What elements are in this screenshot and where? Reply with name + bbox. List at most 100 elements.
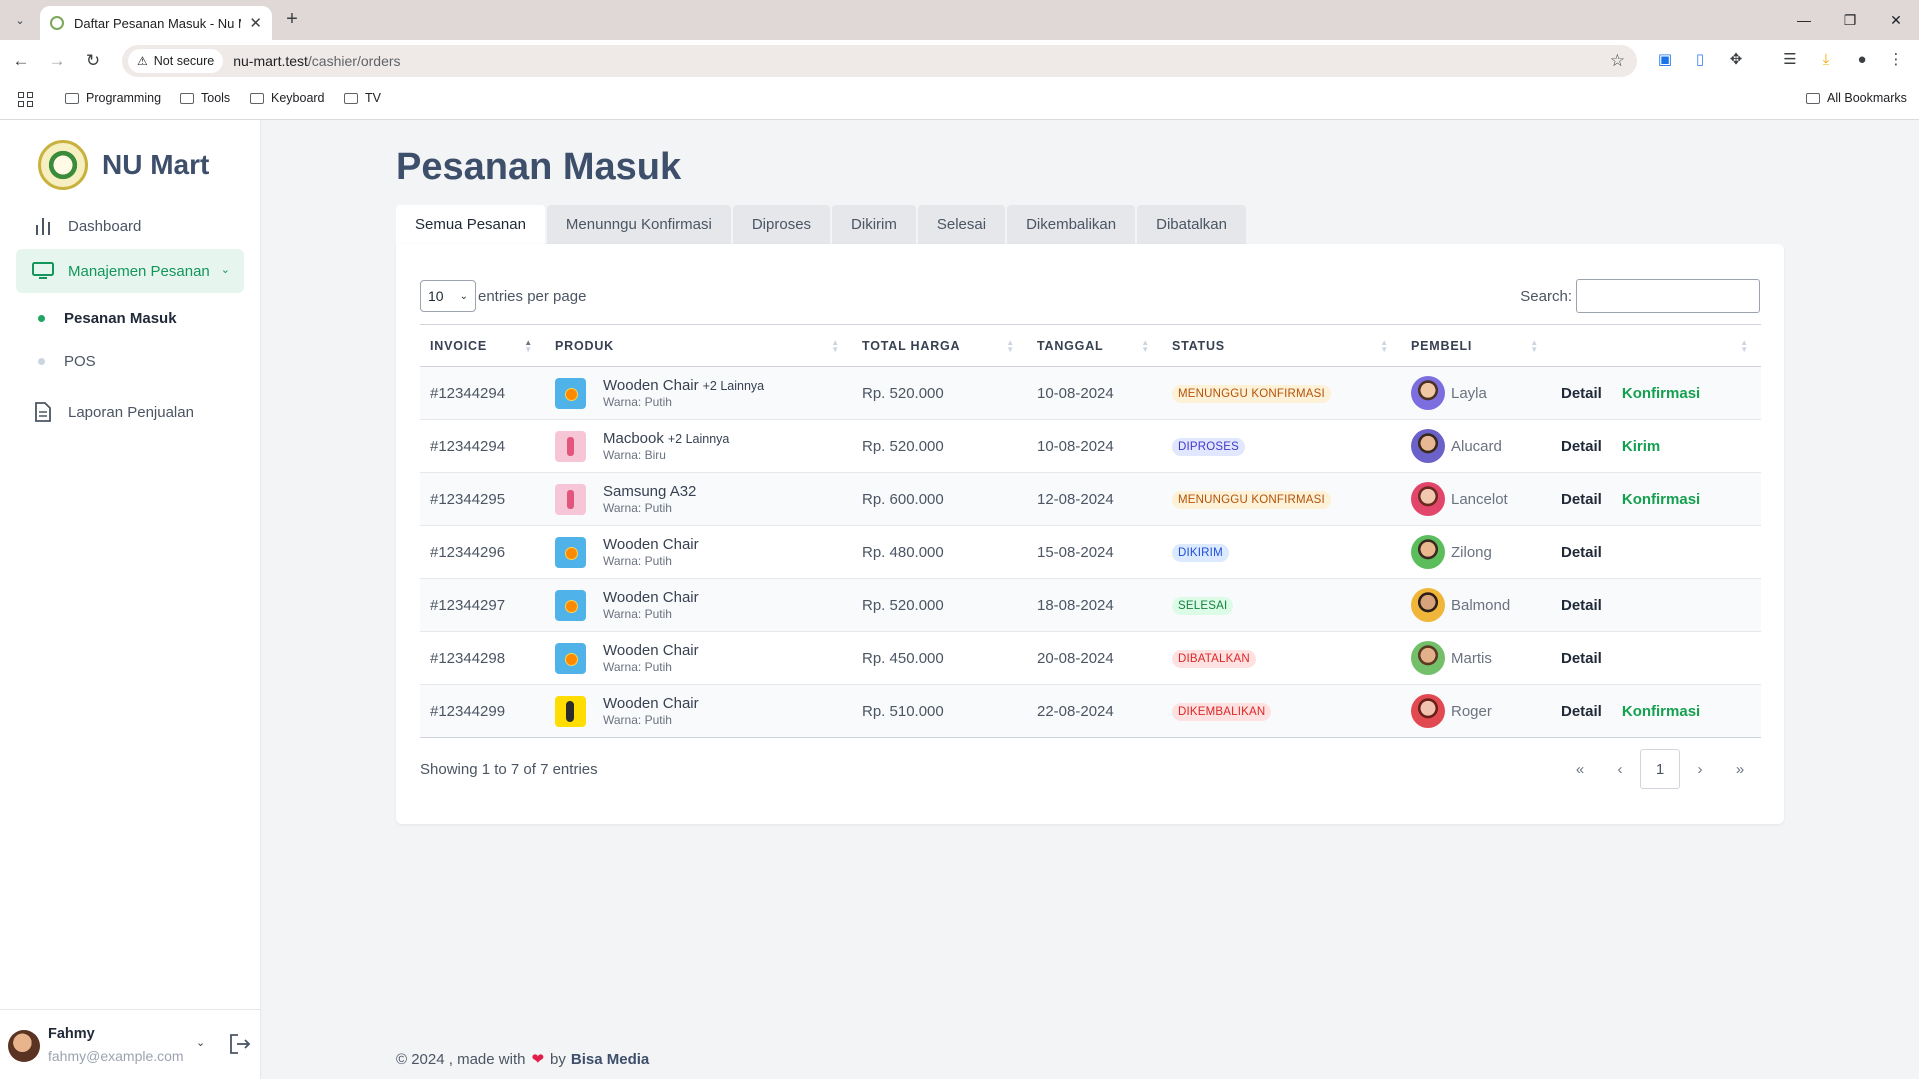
total-cell: Rp. 450.000 [852, 631, 1027, 685]
product-thumbnail [555, 695, 586, 727]
browser-tabstrip: ⌄ Daftar Pesanan Masuk - Nu Ma ✕ + — ❐ ✕ [0, 0, 1919, 40]
sidebar-item-pos[interactable]: POS [38, 353, 96, 370]
url-text[interactable]: nu-mart.test/cashier/orders [233, 53, 400, 69]
product-name: Wooden Chair [603, 535, 699, 553]
column-header-invoice[interactable]: INVOICE ▲ ▼ [420, 324, 545, 367]
restore-button[interactable]: ❐ [1827, 6, 1873, 34]
apps-icon[interactable] [18, 92, 33, 107]
puzzle-icon[interactable]: ✥ [1725, 49, 1747, 71]
bookmark-folder[interactable]: Keyboard [250, 91, 325, 105]
search-input[interactable] [1576, 279, 1760, 313]
close-icon[interactable]: ✕ [249, 14, 262, 32]
profile-icon[interactable]: ● [1851, 49, 1873, 71]
next-page-button[interactable]: › [1680, 749, 1720, 789]
all-bookmarks[interactable]: All Bookmarks [1806, 91, 1907, 105]
sort-icon: ▲ ▼ [1006, 338, 1015, 354]
entries-info: Showing 1 to 7 of 7 entries [420, 761, 598, 778]
status-cell: DIPROSES [1162, 419, 1401, 473]
extension-icon[interactable]: ▣ [1654, 49, 1676, 71]
bookmark-star-icon[interactable]: ☆ [1610, 51, 1625, 71]
product-name: Wooden Chair [603, 376, 699, 394]
sidebar-item-dashboard[interactable]: Dashboard [16, 204, 244, 248]
extension-icon[interactable]: ▯ [1689, 49, 1711, 71]
tab-all-orders[interactable]: Semua Pesanan [396, 205, 545, 244]
column-header-buyer[interactable]: PEMBELI ▲ ▼ [1401, 324, 1551, 367]
detail-button[interactable]: Detail [1561, 597, 1602, 614]
minimize-button[interactable]: — [1781, 6, 1827, 34]
new-tab-button[interactable]: + [280, 8, 304, 32]
sidebar-item-sales-report[interactable]: Laporan Penjualan [16, 390, 244, 434]
tab-completed[interactable]: Selesai [917, 205, 1006, 244]
forward-button[interactable]: → [44, 48, 70, 74]
download-icon[interactable]: ⤓ [1815, 49, 1837, 71]
footer: © 2024 , made with ❤ by Bisa Media [396, 1050, 649, 1069]
sidebar-item-order-management[interactable]: Manajemen Pesanan ⌄ [16, 249, 244, 293]
product-cell: Wooden Chair Warna: Putih [545, 684, 852, 738]
invoice-cell: #12344298 [420, 631, 545, 685]
brand[interactable]: NU Mart [38, 140, 209, 190]
user-profile: Fahmy fahmy@example.com ⌄ [0, 1009, 261, 1079]
detail-button[interactable]: Detail [1561, 650, 1602, 667]
address-bar[interactable]: ⚠ Not secure nu-mart.test/cashier/orders… [122, 45, 1637, 77]
date-cell: 10-08-2024 [1027, 419, 1162, 473]
per-page-select[interactable]: 10 ⌄ [420, 280, 476, 312]
reload-button[interactable]: ↻ [80, 48, 106, 74]
column-header-total[interactable]: TOTAL HARGA ▲ ▼ [852, 324, 1027, 367]
column-header-status[interactable]: STATUS ▲ ▼ [1162, 324, 1401, 367]
tab-shipped[interactable]: Dikirim [832, 205, 916, 244]
column-header-actions[interactable]: ▲ ▼ [1551, 324, 1761, 367]
detail-button[interactable]: Detail [1561, 544, 1602, 561]
tab-awaiting-confirmation[interactable]: Menunngu Konfirmasi [546, 205, 731, 244]
status-cell: SELESAI [1162, 578, 1401, 632]
column-header-date[interactable]: TANGGAL ▲ ▼ [1027, 324, 1162, 367]
detail-button[interactable]: Detail [1561, 703, 1602, 720]
security-label: Not secure [153, 54, 215, 68]
confirm-button[interactable]: Konfirmasi [1622, 385, 1700, 402]
orders-card: 10 ⌄ entries per page Search: INVOICE ▲ ▼ … [396, 244, 1784, 824]
bookmark-folder[interactable]: Programming [65, 91, 161, 105]
last-page-button[interactable]: » [1720, 749, 1760, 789]
confirm-button[interactable]: Konfirmasi [1622, 703, 1700, 720]
page-1-button[interactable]: 1 [1640, 749, 1680, 789]
logout-icon[interactable] [229, 1034, 251, 1059]
detail-button[interactable]: Detail [1561, 491, 1602, 508]
ship-button[interactable]: Kirim [1622, 438, 1660, 455]
tab-processed[interactable]: Diproses [732, 205, 831, 244]
window-close-button[interactable]: ✕ [1873, 6, 1919, 34]
column-label: INVOICE [430, 338, 487, 353]
chevron-down-icon: ⌄ [220, 264, 230, 276]
tab-returned[interactable]: Dikembalikan [1007, 205, 1136, 244]
sidebar-item-label: POS [64, 353, 96, 370]
tab-search-button[interactable]: ⌄ [8, 8, 32, 32]
avatar[interactable] [8, 1030, 40, 1062]
bookmark-folder[interactable]: Tools [180, 91, 230, 105]
total-cell: Rp. 520.000 [852, 366, 1027, 420]
tab-cancelled[interactable]: Dibatalkan [1137, 205, 1246, 244]
confirm-button[interactable]: Konfirmasi [1622, 491, 1700, 508]
chevron-down-icon[interactable]: ⌄ [196, 1036, 205, 1049]
sidebar-item-label: Laporan Penjualan [68, 403, 194, 421]
back-button[interactable]: ← [8, 48, 34, 74]
buyer-cell: Lancelot [1401, 472, 1551, 526]
bookmark-label: Programming [86, 91, 162, 105]
table-row: #12344298 Wooden Chair Warna: Putih Rp. 4… [420, 631, 1761, 685]
detail-button[interactable]: Detail [1561, 438, 1602, 455]
brand-name: NU Mart [102, 149, 210, 180]
media-icon[interactable]: ☰ [1779, 49, 1801, 71]
browser-tab-active[interactable]: Daftar Pesanan Masuk - Nu Ma ✕ [40, 6, 272, 40]
security-chip[interactable]: ⚠ Not secure [128, 49, 224, 73]
sort-icon: ▲ ▼ [831, 338, 840, 354]
table-row: #12344296 Wooden Chair Warna: Putih Rp. 4… [420, 525, 1761, 579]
footer-company[interactable]: Bisa Media [571, 1051, 649, 1068]
search-control: Search: [1520, 279, 1760, 313]
date-cell: 18-08-2024 [1027, 578, 1162, 632]
sidebar-item-incoming-orders[interactable]: Pesanan Masuk [38, 310, 177, 327]
first-page-button[interactable]: « [1560, 749, 1600, 789]
menu-icon[interactable]: ⋮ [1885, 49, 1907, 71]
invoice-cell: #12344294 [420, 419, 545, 473]
column-header-product[interactable]: PRODUK ▲ ▼ [545, 324, 852, 367]
date-cell: 12-08-2024 [1027, 472, 1162, 526]
detail-button[interactable]: Detail [1561, 385, 1602, 402]
bookmark-folder[interactable]: TV [344, 91, 381, 105]
prev-page-button[interactable]: ‹ [1600, 749, 1640, 789]
